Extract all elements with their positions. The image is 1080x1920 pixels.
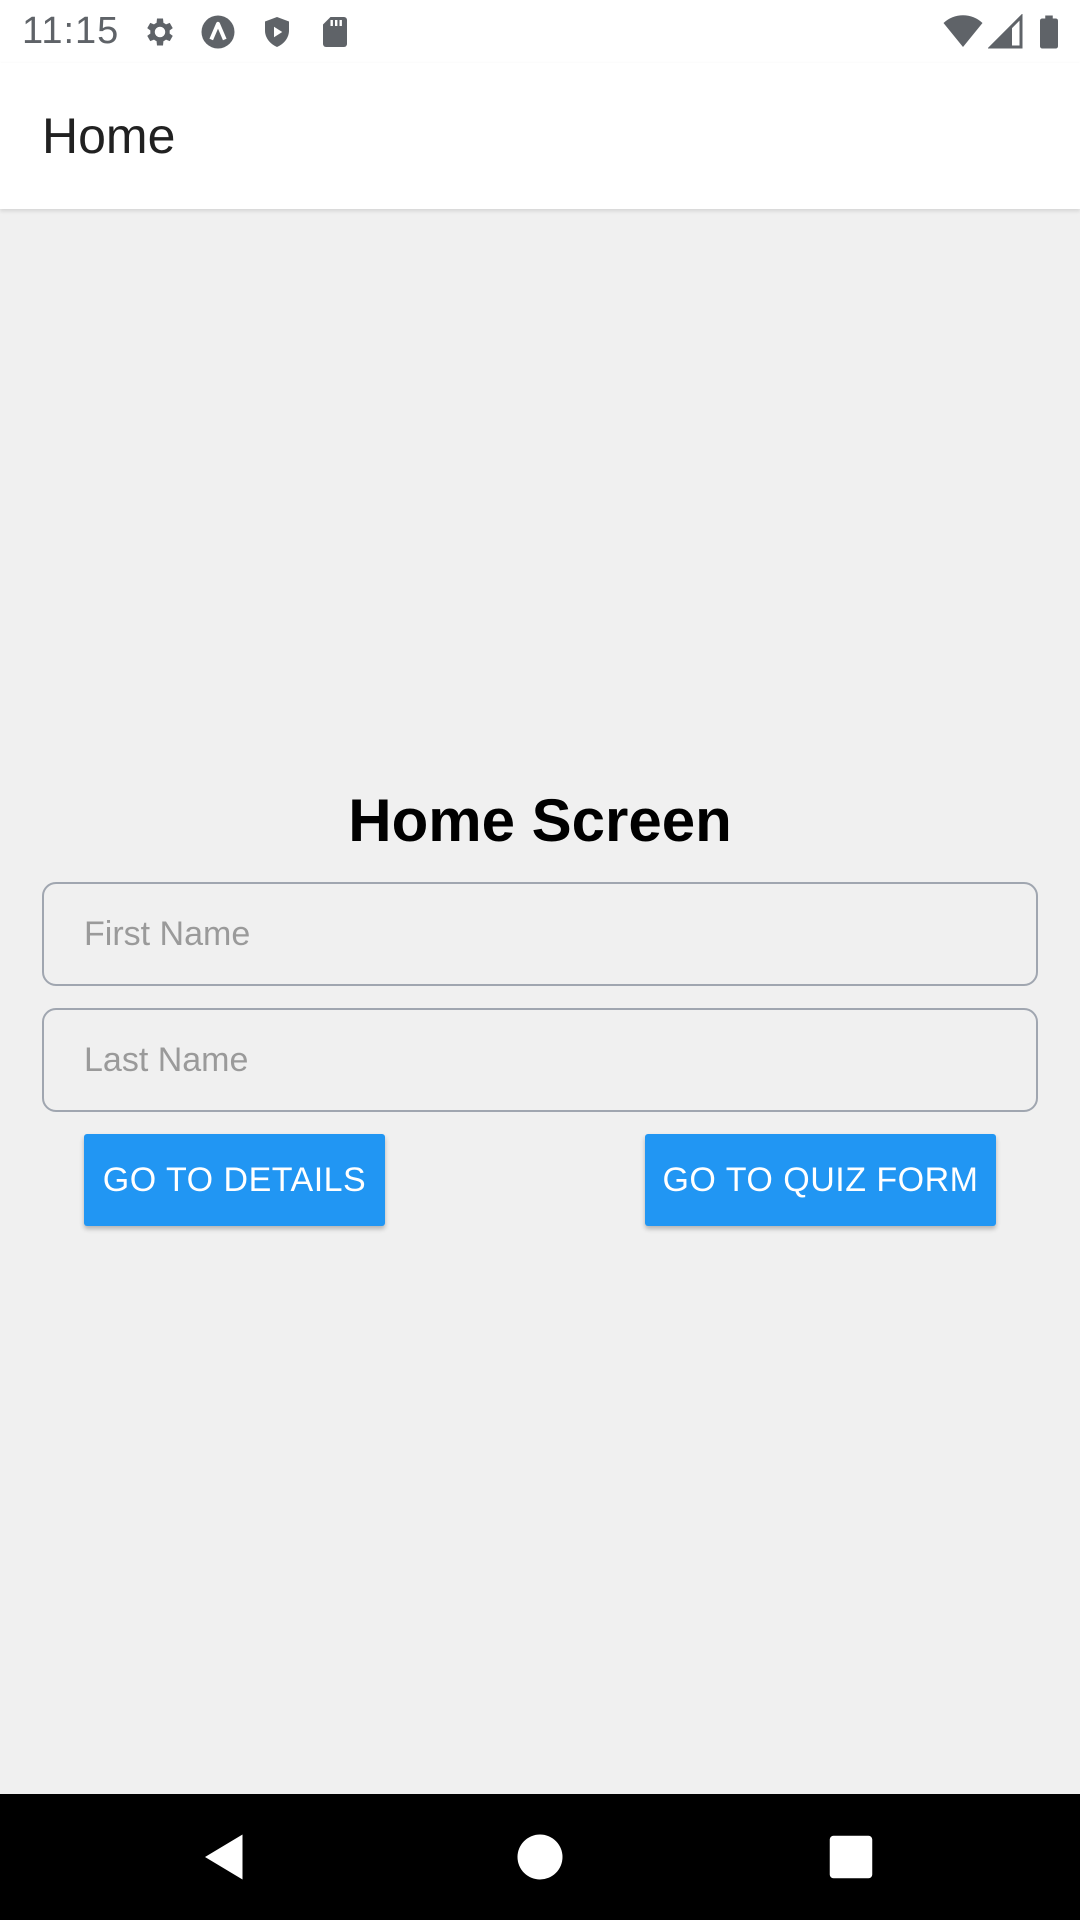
first-name-input[interactable] — [42, 882, 1038, 986]
go-to-quiz-form-button[interactable]: GO TO QUIZ FORM — [645, 1134, 996, 1226]
settings-icon — [142, 14, 178, 50]
back-icon[interactable] — [195, 1827, 255, 1887]
app-bar: Home — [0, 63, 1080, 209]
page-title: Home Screen — [348, 787, 732, 854]
app-a-icon — [200, 14, 236, 50]
last-name-input[interactable] — [42, 1008, 1038, 1112]
wifi-icon — [942, 14, 984, 50]
recents-icon[interactable] — [821, 1827, 881, 1887]
shield-play-icon — [259, 14, 295, 50]
status-time: 11:15 — [22, 10, 120, 52]
sd-card-icon — [317, 14, 353, 50]
go-to-details-button[interactable]: GO TO DETAILS — [84, 1134, 385, 1226]
home-icon[interactable] — [510, 1827, 570, 1887]
status-bar: 11:15 — [0, 0, 1080, 63]
screen: 11:15 Home Home Screen First Name Last N… — [0, 0, 1080, 1920]
battery-icon — [1036, 14, 1062, 50]
navigation-bar — [0, 1794, 1080, 1920]
app-bar-title: Home — [42, 108, 176, 164]
cell-signal-icon — [987, 13, 1024, 50]
